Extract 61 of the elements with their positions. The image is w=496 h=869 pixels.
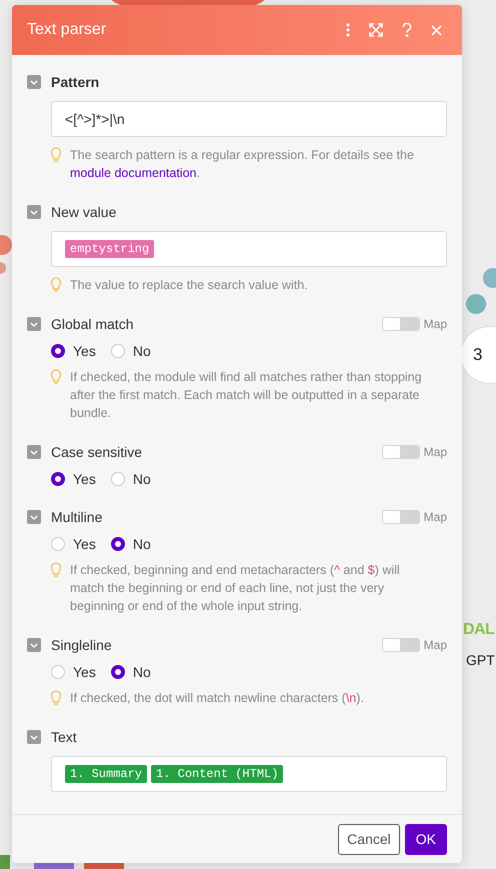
radio-button[interactable] <box>110 537 125 551</box>
canvas-node <box>0 855 10 869</box>
chevron-icon[interactable] <box>27 75 41 89</box>
value-tag: emptystring <box>65 240 154 258</box>
hint-text: If checked, beginning and end metacharacters (^ and $) will match the beginning or end of each line, not just the very beginning or end of the whole input string. <box>70 562 401 615</box>
chevron-icon[interactable] <box>27 205 41 219</box>
lightbulb-icon <box>51 369 61 384</box>
dialog-title: Text parser <box>27 21 108 39</box>
app-label: GPT <box>466 652 495 668</box>
lightbulb-icon <box>51 277 61 292</box>
radio-label: No <box>132 664 151 680</box>
canvas-node <box>466 294 486 314</box>
close-icon[interactable] <box>431 24 442 36</box>
field-label: Multiline <box>51 509 104 525</box>
more-icon[interactable] <box>346 23 350 37</box>
radio-label: Yes <box>73 664 96 680</box>
radio-label: Yes <box>73 471 96 487</box>
map-toggle[interactable] <box>382 445 420 459</box>
field-label: Text <box>51 729 78 745</box>
documentation-link[interactable]: module documentation <box>70 166 196 180</box>
map-label: Map <box>424 445 447 459</box>
lightbulb-icon <box>51 690 61 705</box>
radio-label: Yes <box>73 343 96 359</box>
hint-text: The value to replace the search value with. <box>70 277 308 294</box>
radio-button[interactable] <box>51 344 65 358</box>
radio-button[interactable] <box>51 472 65 486</box>
map-toggle[interactable] <box>382 317 420 331</box>
field-label: Global match <box>51 316 134 332</box>
expand-icon[interactable] <box>369 23 383 37</box>
radio-label: No <box>132 536 151 552</box>
map-toggle[interactable] <box>382 638 420 652</box>
field-label: Pattern <box>51 74 100 90</box>
chevron-icon[interactable] <box>27 638 41 652</box>
hint-text: The search pattern is a regular expression. For details see the module documentation. <box>70 147 415 182</box>
field-label: Case sensitive <box>51 444 144 460</box>
radio-button[interactable] <box>110 665 125 679</box>
node-number: 3 <box>473 345 482 365</box>
map-toggle[interactable] <box>382 510 420 524</box>
hint-text: If checked, the module will find all matches rather than stopping after the first match. Each match will be outputted in a separate bundle. <box>70 369 423 422</box>
lightbulb-icon <box>51 562 61 577</box>
pattern-field[interactable]: <[^>]*>|\n <box>51 101 447 137</box>
cancel-button[interactable]: Cancel <box>338 824 400 854</box>
radio-label: No <box>132 471 151 487</box>
map-label: Map <box>424 510 447 524</box>
app-label: DAL <box>463 621 494 639</box>
chevron-icon[interactable] <box>27 445 41 459</box>
ok-button[interactable]: OK <box>404 824 447 854</box>
map-label: Map <box>424 317 447 331</box>
radio-label: No <box>132 343 151 359</box>
value-tag: 1. Content (HTML) <box>151 765 284 783</box>
map-label: Map <box>424 638 447 652</box>
chevron-icon[interactable] <box>27 730 41 744</box>
radio-label: Yes <box>73 536 96 552</box>
lightbulb-icon <box>51 147 61 162</box>
hint-text: If checked, the dot will match newline characters (\n). <box>70 690 364 707</box>
chevron-icon[interactable] <box>27 510 41 524</box>
field-label: New value <box>51 204 118 220</box>
value-tag: 1. Summary <box>65 765 148 783</box>
chevron-icon[interactable] <box>27 317 41 331</box>
help-icon[interactable] <box>402 23 412 37</box>
field-label: Singleline <box>51 637 113 653</box>
